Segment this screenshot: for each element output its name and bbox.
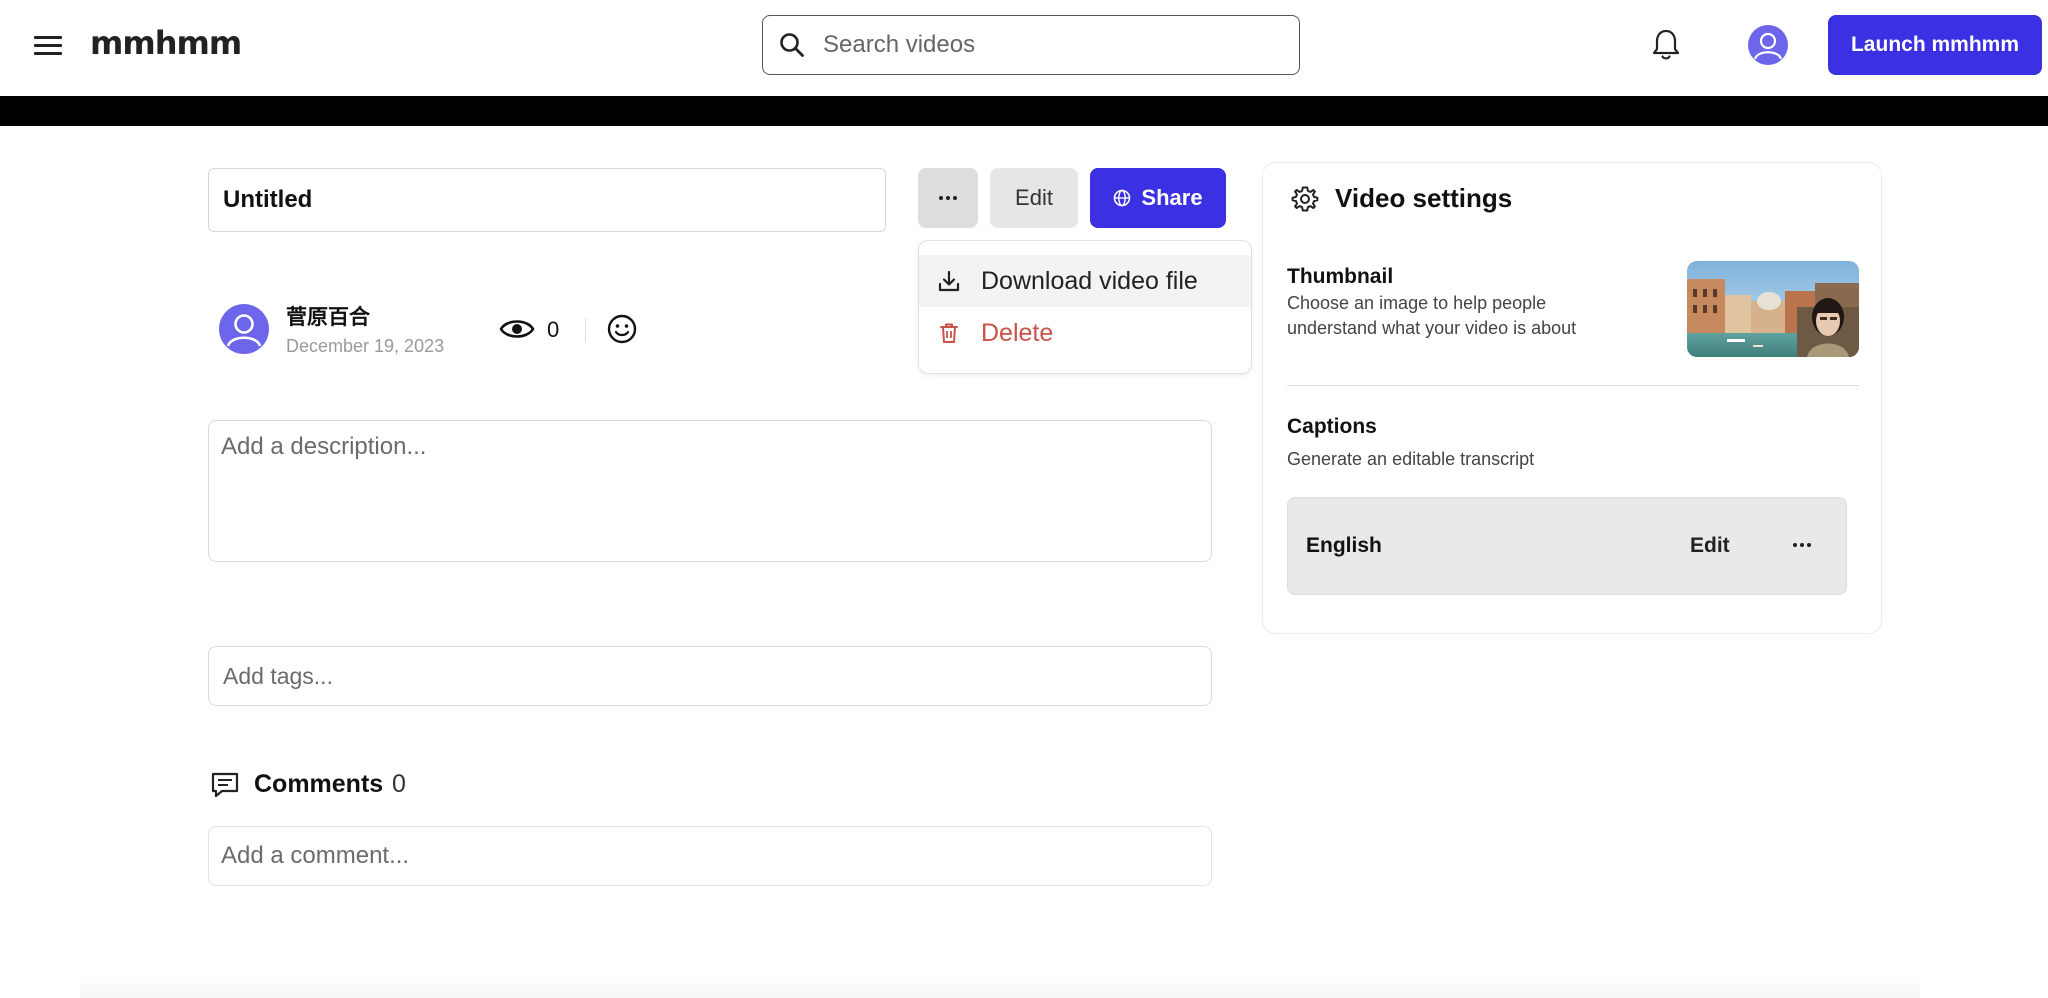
caption-language: English: [1306, 534, 1382, 557]
trash-icon: [937, 321, 961, 345]
thumbnail-image[interactable]: [1687, 261, 1859, 357]
video-player-edge: [0, 96, 2048, 126]
top-bar: mmhmm Launch mmhmm: [0, 0, 2048, 96]
avatar[interactable]: [1748, 25, 1788, 65]
search-icon: [780, 33, 804, 57]
comments-icon: [211, 772, 239, 798]
delete-label: Delete: [981, 318, 1054, 347]
menu-icon[interactable]: [34, 36, 62, 56]
video-title-field[interactable]: Untitled: [208, 168, 886, 232]
more-icon: [939, 196, 957, 200]
settings-title: Video settings: [1335, 183, 1513, 213]
share-button[interactable]: Share: [1090, 168, 1226, 228]
download-video-menu-item[interactable]: Download video file: [919, 255, 1251, 307]
download-label: Download video file: [981, 266, 1198, 295]
search-input[interactable]: [823, 26, 1283, 64]
delete-menu-item[interactable]: Delete: [919, 307, 1251, 359]
logo[interactable]: mmhmm: [90, 24, 242, 62]
video-settings-panel: Video settings Thumbnail Choose an image…: [1262, 162, 1882, 634]
comments-heading: Comments: [254, 770, 384, 798]
captions-heading: Captions: [1287, 415, 1377, 438]
eye-icon: [499, 320, 535, 338]
user-icon: [1753, 32, 1783, 60]
launch-mmhmm-button[interactable]: Launch mmhmm: [1828, 15, 2042, 75]
upload-date: December 19, 2023: [286, 336, 445, 356]
user-icon: [226, 314, 262, 347]
caption-language-row: English Edit: [1287, 497, 1847, 595]
author-name: 菅原百合: [286, 305, 370, 329]
more-options-button[interactable]: [918, 168, 978, 228]
description-field[interactable]: [208, 420, 1212, 562]
emoji-icon[interactable]: [607, 314, 637, 344]
captions-description: Generate an editable transcript: [1287, 449, 1535, 469]
divider: [1287, 385, 1859, 386]
view-count: 0: [547, 317, 560, 342]
divider: [585, 318, 586, 342]
download-icon: [937, 269, 961, 293]
more-options-menu: Download video file Delete: [918, 240, 1252, 374]
caption-more-button[interactable]: [1786, 532, 1818, 558]
bell-icon[interactable]: [1650, 28, 1682, 62]
thumbnail-heading: Thumbnail: [1287, 265, 1394, 288]
thumbnail-description: Choose an image to help people understan…: [1287, 293, 1577, 338]
edit-button[interactable]: Edit: [990, 168, 1078, 228]
comment-input[interactable]: [208, 826, 1212, 886]
page-footer-shadow: [80, 975, 1920, 998]
tags-field[interactable]: [208, 646, 1212, 706]
globe-icon: [1114, 189, 1131, 207]
gear-icon: [1291, 186, 1319, 212]
comments-count: 0: [392, 770, 406, 798]
author-avatar[interactable]: [219, 304, 269, 354]
caption-edit-button[interactable]: Edit: [1690, 534, 1730, 558]
search-bar: [762, 15, 1300, 75]
share-label: Share: [1141, 185, 1203, 210]
more-icon: [1793, 543, 1811, 547]
